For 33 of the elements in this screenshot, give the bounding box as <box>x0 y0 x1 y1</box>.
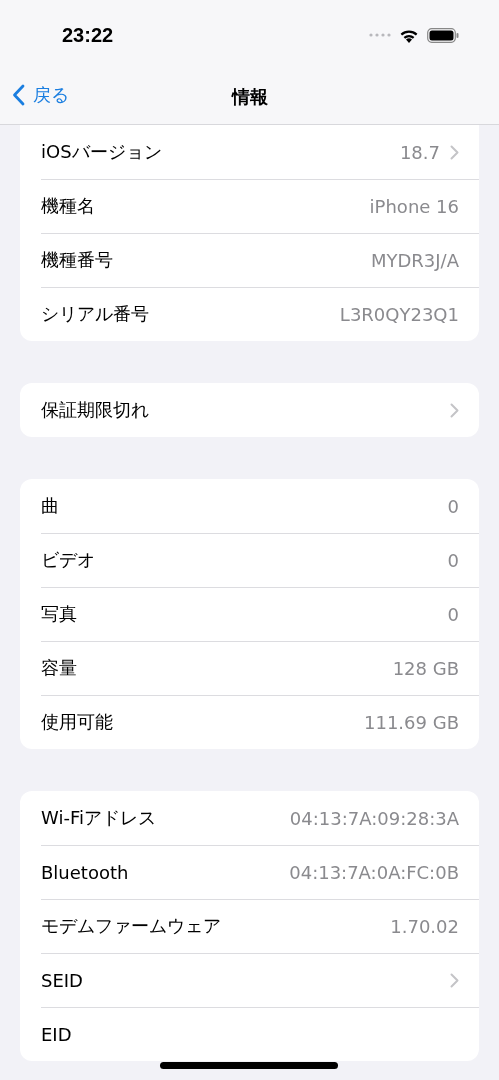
row-value: 04:13:7A:09:28:3A <box>289 807 459 829</box>
row-label: 保証期限切れ <box>41 398 150 422</box>
row-label: シリアル番号 <box>41 302 150 326</box>
row-value: L3R0QY23Q1 <box>339 303 459 325</box>
row-label: 機種名 <box>41 194 96 218</box>
row-label: ビデオ <box>41 548 96 572</box>
row-value: 1.70.02 <box>390 915 459 937</box>
back-button[interactable]: 戻る <box>12 83 69 107</box>
row-label: 使用可能 <box>41 710 114 734</box>
row-label: 機種番号 <box>41 248 114 272</box>
row-value: 0 <box>447 549 459 571</box>
row-value: 128 GB <box>392 657 459 679</box>
row-value: iPhone 16 <box>369 195 459 217</box>
row-label: モデムファームウェア <box>41 914 222 938</box>
row-label: SEID <box>41 969 84 991</box>
battery-icon <box>427 27 459 43</box>
row-value: 0 <box>447 603 459 625</box>
status-time: 23:22 <box>62 23 114 47</box>
signal-icon <box>369 33 391 37</box>
row-value: 111.69 GB <box>364 711 459 733</box>
row-label: Bluetooth <box>41 861 130 883</box>
back-chevron-icon <box>12 84 25 106</box>
row-value: 0 <box>447 495 459 517</box>
row-label: 写真 <box>41 602 78 626</box>
row-value: 04:13:7A:0A:FC:0B <box>289 861 459 883</box>
row-label: 曲 <box>41 494 60 518</box>
row-value: 18.7 <box>399 141 440 163</box>
nav-title: 情報 <box>231 85 268 109</box>
row-value: MYDR3J/A <box>370 249 459 271</box>
row-label: Wi-Fiアドレス <box>41 806 157 830</box>
row-label: EID <box>41 1023 73 1045</box>
row-label: iOSバージョン <box>41 140 163 164</box>
row-label: 容量 <box>41 656 78 680</box>
